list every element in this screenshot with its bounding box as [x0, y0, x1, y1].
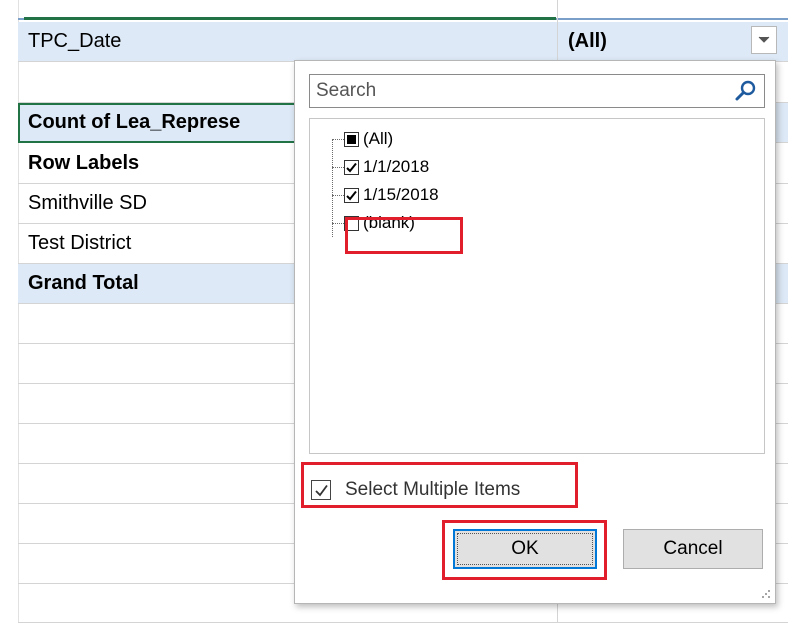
filter-item-date[interactable]: 1/15/2018: [332, 182, 439, 208]
filter-item-label: 1/15/2018: [363, 185, 439, 204]
resize-grip-icon[interactable]: [761, 589, 771, 599]
highlight-box-select-multiple: [301, 462, 578, 508]
report-filter-row: TPC_Date (All): [18, 22, 788, 62]
highlight-box-blank: [345, 217, 463, 254]
checkbox-partial-icon[interactable]: [344, 131, 359, 147]
active-column-indicator: [24, 17, 556, 20]
filter-dropdown-button[interactable]: [751, 26, 777, 54]
tree-connector: [332, 194, 344, 196]
tree-connector: [332, 138, 344, 140]
filter-item-all[interactable]: (All): [332, 126, 393, 152]
filter-item-label: (All): [363, 129, 394, 148]
tree-connector: [332, 222, 344, 224]
filter-item-list[interactable]: (All) 1/1/2018 1/15/2018 (blank): [309, 118, 765, 454]
search-input[interactable]: [310, 75, 732, 107]
search-box: [309, 74, 765, 108]
chevron-down-icon: [758, 36, 770, 43]
row-header-strip: [0, 0, 19, 623]
cancel-button[interactable]: Cancel: [623, 529, 763, 569]
filter-field-cell[interactable]: TPC_Date: [18, 22, 558, 61]
cancel-button-label: Cancel: [663, 538, 723, 559]
highlight-box-ok: [442, 520, 607, 580]
checkbox-checked-icon[interactable]: [344, 159, 359, 175]
tree-connector: [332, 166, 344, 168]
filter-dropdown-panel: (All) 1/1/2018 1/15/2018 (blank) Select …: [294, 60, 776, 604]
filter-item-label: 1/1/2018: [363, 157, 430, 176]
search-icon[interactable]: [734, 79, 758, 103]
filter-item-date[interactable]: 1/1/2018: [332, 154, 429, 180]
checkbox-checked-icon[interactable]: [344, 187, 359, 203]
